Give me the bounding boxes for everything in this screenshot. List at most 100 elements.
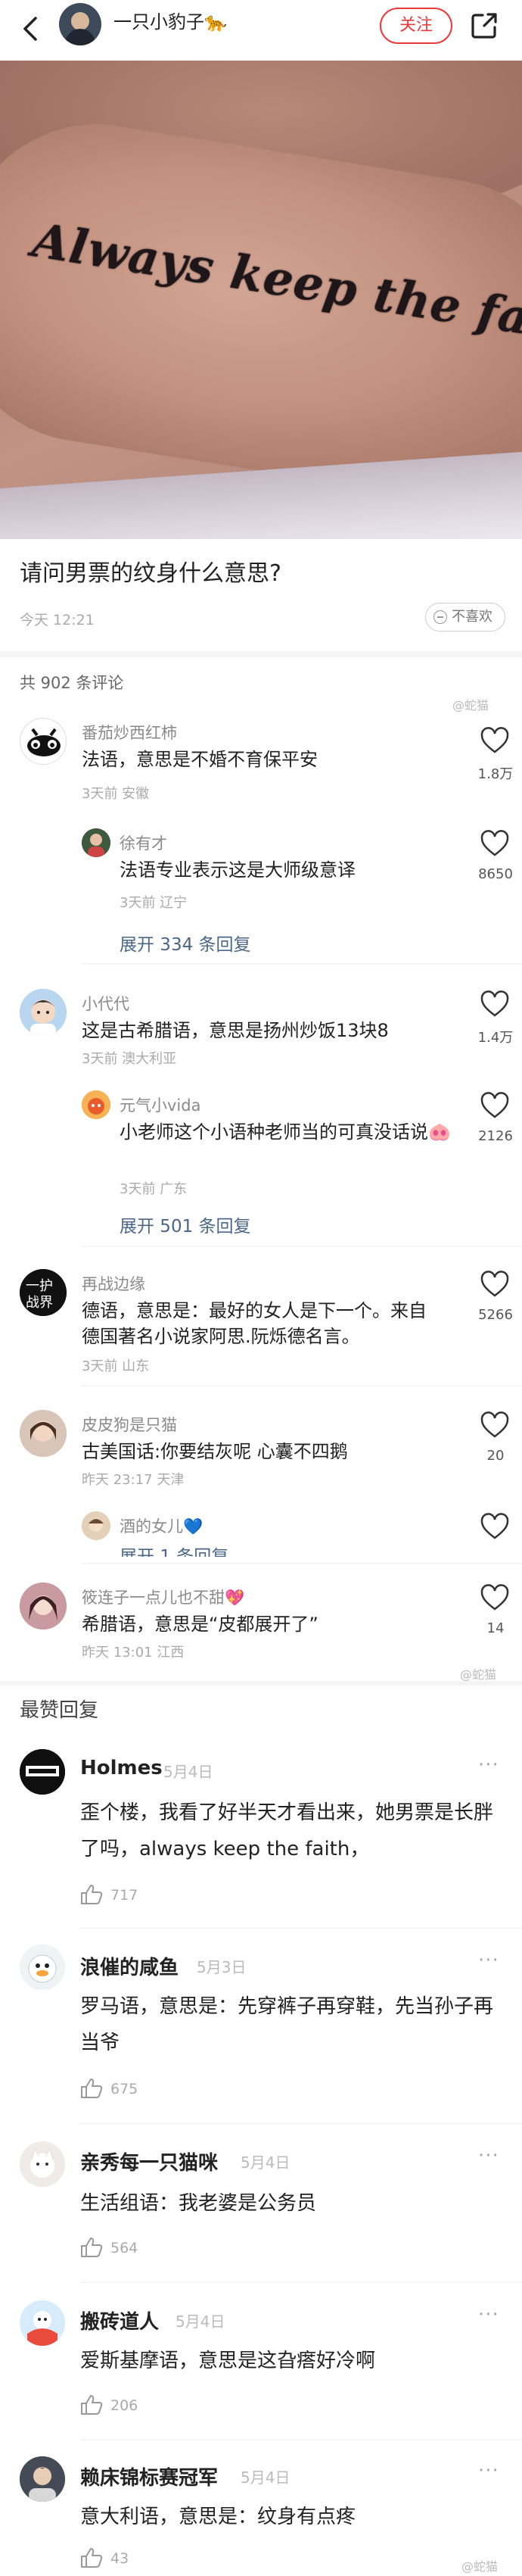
comment-text: 希腊语，意思是“皮都展开了” [82, 1614, 318, 1635]
like-heart-icon[interactable] [480, 1092, 510, 1119]
avatar[interactable] [20, 1583, 67, 1629]
avatar[interactable] [20, 1749, 65, 1795]
reply-author[interactable]: 亲秀每一只猫咪 [80, 2147, 218, 2175]
post-title: 请问男票的纹身什么意思? [20, 560, 281, 587]
like-heart-icon[interactable] [480, 1271, 510, 1298]
like-count: 564 [110, 2240, 138, 2256]
divider [0, 651, 522, 657]
comment-author[interactable]: 小代代 [82, 992, 129, 1015]
reply-date: 5月4日 [163, 1763, 213, 1781]
comment-meta: 3天前 山东 [82, 1358, 150, 1374]
reply-date: 5月4日 [241, 2153, 291, 2172]
thumbs-up-icon[interactable] [80, 2078, 103, 2099]
divider [82, 1246, 522, 1247]
like-heart-icon[interactable] [480, 990, 510, 1018]
avatar[interactable] [20, 2300, 65, 2346]
avatar[interactable] [82, 828, 110, 857]
divider [80, 1928, 522, 1929]
reply-author[interactable]: 酒的女儿💙 [120, 1514, 203, 1537]
dislike-icon [433, 610, 447, 624]
author-name[interactable]: 一只小豹子🐆 [113, 11, 227, 33]
like-heart-icon[interactable] [480, 727, 510, 754]
thumbs-up-icon[interactable] [80, 2547, 103, 2568]
reply-text: 意大利语，意思是：纹身有点疼 [80, 2506, 356, 2528]
comment-author[interactable]: 筱连子一点儿也不甜💖 [82, 1586, 244, 1608]
reply-text: 罗马语，意思是：先穿裤子再穿鞋，先当孙子再当爷 [80, 1995, 494, 2054]
comment-meta: 昨天 23:17 天津 [82, 1472, 185, 1488]
reply-text: 爱斯基摩语，意思是这旮瘩好冷啊 [80, 2350, 376, 2372]
more-options-icon[interactable]: ··· [478, 1949, 499, 1972]
avatar[interactable]: 一护 战界 [20, 1269, 67, 1316]
reply-text: 歪个楼，我看了好半天才看出来，她男票是长胖了吗，always keep the … [80, 1801, 494, 1860]
reply-text: 生活组语：我老婆是公务员 [80, 2192, 317, 2215]
more-options-icon[interactable]: ··· [478, 2303, 499, 2326]
avatar[interactable] [82, 1511, 110, 1540]
divider [82, 1563, 522, 1564]
avatar[interactable] [82, 1090, 110, 1119]
reply-author[interactable]: 徐有才 [120, 831, 167, 854]
like-count: 20 [486, 1448, 505, 1464]
reply-author[interactable]: 搬砖道人 [80, 2306, 159, 2334]
like-count: 2126 [478, 1128, 513, 1144]
like-heart-icon[interactable] [480, 1584, 510, 1611]
comment-author[interactable]: 皮皮狗是只猫 [82, 1413, 177, 1436]
avatar[interactable] [20, 989, 67, 1036]
back-arrow-icon[interactable] [17, 14, 47, 44]
post-time: 今天 12:21 [20, 612, 95, 628]
like-count: 43 [110, 2550, 129, 2567]
more-options-icon[interactable]: ··· [478, 2459, 499, 2482]
reply-author[interactable]: Holmes [80, 1757, 163, 1779]
thumbs-up-icon[interactable] [80, 2237, 103, 2258]
avatar[interactable] [20, 2456, 65, 2502]
comment-meta: 昨天 13:01 江西 [82, 1645, 185, 1661]
comment-text: 这是古希腊语，意思是扬州炒饭13块8 [82, 1020, 389, 1041]
best-replies-title: 最赞回复 [20, 1699, 99, 1722]
comment-text: 法语，意思是不婚不育保平安 [82, 749, 318, 770]
dislike-button[interactable]: 不喜欢 [425, 603, 505, 632]
thumbs-up-icon[interactable] [80, 1884, 103, 1905]
expand-replies-link[interactable]: 展开 334 条回复 [120, 930, 251, 956]
like-heart-icon[interactable] [480, 1513, 510, 1540]
share-icon[interactable] [469, 11, 499, 41]
comment-meta: 3天前 澳大利亚 [82, 1051, 177, 1067]
like-count: 14 [486, 1620, 505, 1636]
reply-author[interactable]: 浪催的咸鱼 [80, 1952, 179, 1980]
more-options-icon[interactable]: ··· [478, 2144, 499, 2167]
follow-button[interactable]: 关注 [380, 8, 452, 44]
author-avatar[interactable] [59, 3, 101, 45]
svg-text:战界: 战界 [26, 1295, 53, 1311]
like-heart-icon[interactable] [480, 1411, 510, 1439]
like-heart-icon[interactable] [480, 830, 510, 857]
like-count: 8650 [478, 866, 513, 882]
reply-meta: 3天前 辽宁 [120, 895, 188, 911]
reply-date: 5月4日 [176, 2312, 225, 2331]
reply-meta: 3天前 广东 [120, 1181, 188, 1197]
post-image[interactable]: Always keep the faith [0, 61, 522, 539]
like-count: 1.4万 [477, 1030, 514, 1046]
watermark: @蛇猫 [461, 2559, 499, 2574]
more-options-icon[interactable]: ··· [478, 1754, 499, 1776]
reply-author[interactable]: 赖床锦标赛冠军 [80, 2462, 218, 2490]
comment-text: 德语，意思是：最好的女人是下一个。来自德国著名小说家阿思.阮烁德名言。 [82, 1300, 427, 1347]
dislike-label: 不喜欢 [452, 609, 492, 625]
thumbs-up-icon[interactable] [80, 2394, 103, 2415]
avatar[interactable] [20, 2141, 65, 2187]
like-count: 675 [110, 2081, 138, 2097]
divider [0, 1681, 522, 1686]
expand-replies-link[interactable]: 展开 1 条回复 [120, 1542, 228, 1557]
like-count: 206 [110, 2397, 138, 2414]
avatar[interactable] [20, 1410, 67, 1457]
like-count: 5266 [478, 1307, 513, 1323]
divider [80, 2282, 522, 2283]
reply-text: 小老师这个小语种老师当的可真没话说🐽 [120, 1121, 451, 1143]
watermark: @蛇猫 [452, 698, 489, 713]
comment-count: 共 902 条评论 [20, 674, 124, 692]
comment-author[interactable]: 再战边缘 [82, 1272, 145, 1295]
comment-author[interactable]: 番茄炒西红柿 [82, 721, 177, 744]
avatar[interactable] [20, 1944, 65, 1990]
expand-replies-link[interactable]: 展开 501 条回复 [120, 1212, 251, 1237]
reply-text: 法语专业表示这是大师级意译 [120, 859, 356, 881]
watermark: @蛇猫 [460, 1667, 497, 1682]
avatar[interactable] [20, 718, 67, 765]
reply-author[interactable]: 元气小vida [120, 1093, 200, 1116]
